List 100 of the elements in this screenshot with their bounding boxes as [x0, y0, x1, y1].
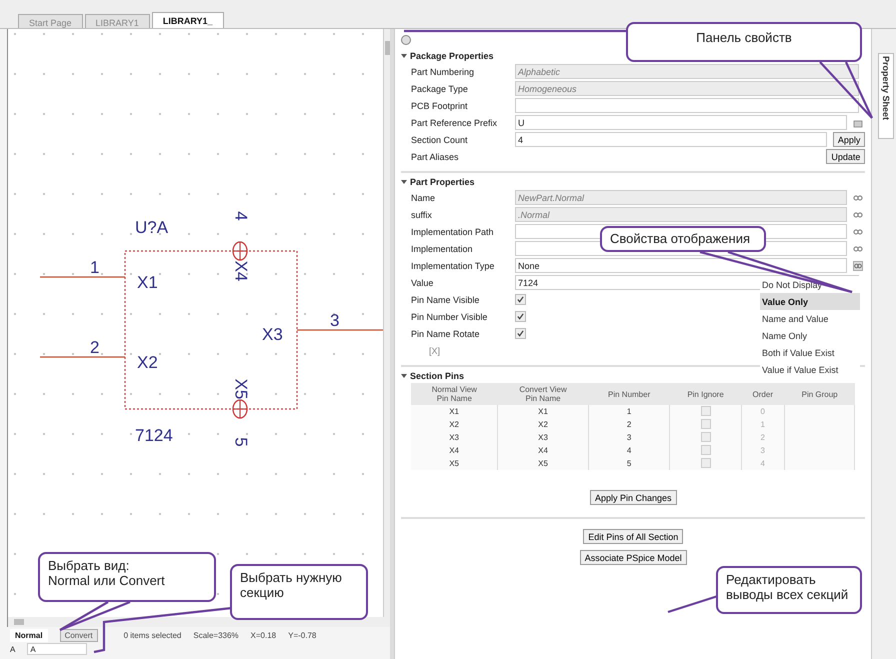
callout-note: Выбрать нужную секцию — [230, 564, 368, 620]
pin-number: 5 — [232, 437, 251, 447]
input-field[interactable]: U — [515, 115, 848, 130]
table-cell: 3 — [588, 431, 670, 444]
browse-icon[interactable] — [853, 118, 864, 128]
table-cell: X2 — [498, 418, 588, 431]
display-icon[interactable] — [853, 192, 864, 202]
table-cell: X4 — [411, 444, 498, 457]
pin-number: 4 — [232, 211, 251, 221]
table-cell: X5 — [411, 457, 498, 470]
checkbox[interactable] — [515, 328, 526, 339]
field-label: suffix — [411, 210, 433, 220]
panel-toggle-icon[interactable] — [401, 35, 411, 45]
section-title: Part Properties — [410, 177, 475, 187]
vertical-scrollbar[interactable] — [383, 29, 390, 617]
checkbox[interactable] — [700, 418, 711, 428]
menu-item[interactable]: Value Only — [760, 293, 860, 310]
table-cell: 5 — [588, 457, 670, 470]
input-field[interactable] — [515, 98, 860, 113]
callout-note: Свойства отображения — [600, 226, 766, 252]
table-cell: X2 — [411, 418, 498, 431]
document-tab[interactable]: LIBRARY1_ — [152, 12, 224, 28]
scale-readout: Scale=336% — [193, 630, 239, 640]
section-title: Section Pins — [410, 371, 464, 381]
checkbox[interactable] — [700, 406, 711, 416]
reference-designator: U?A — [135, 218, 168, 237]
action-button[interactable]: Edit Pins of All Section — [583, 529, 684, 544]
checkbox[interactable] — [700, 432, 711, 442]
table-cell: X1 — [498, 405, 588, 418]
column-header: Order — [741, 383, 784, 405]
table-cell: 4 — [588, 444, 670, 457]
circle-pin-icon — [232, 241, 248, 261]
pin-name: X4 — [232, 260, 251, 282]
pin-name: X3 — [262, 325, 283, 344]
collapse-icon[interactable] — [401, 54, 407, 58]
field-label: Pin Name Rotate — [411, 328, 481, 338]
column-header: Normal View Pin Name — [411, 383, 498, 405]
view-tab[interactable]: Convert — [60, 628, 98, 642]
pin-number: 3 — [330, 311, 340, 330]
input-field[interactable]: 4 — [515, 132, 827, 147]
table-cell: 4 — [741, 457, 784, 470]
note-text: [X] — [428, 346, 440, 356]
field-label: Implementation Path — [411, 226, 495, 236]
table-cell: 1 — [588, 405, 670, 418]
part-value: 7124 — [135, 426, 173, 445]
field-label: Part Reference Prefix — [411, 118, 498, 128]
field-label: Name — [411, 192, 436, 202]
action-button[interactable]: Apply Pin Changes — [590, 490, 676, 505]
callout-note: Панель свойств — [626, 22, 862, 62]
action-button[interactable]: Associate PSpice Model — [580, 550, 687, 565]
selection-status: 0 items selected — [124, 630, 182, 640]
field-label: Pin Number Visible — [411, 312, 488, 322]
y-coordinate: Y=-0.78 — [288, 630, 316, 640]
section-title: Package Properties — [410, 51, 494, 61]
field-label: Package Type — [411, 84, 469, 94]
pin-number: 1 — [90, 258, 100, 277]
field-label: Part Aliases — [411, 152, 460, 162]
section-label: A — [10, 644, 16, 654]
display-icon[interactable] — [853, 244, 864, 254]
property-sheet-tab[interactable]: Property Sheet — [878, 53, 894, 139]
checkbox[interactable] — [515, 311, 526, 322]
checkbox[interactable] — [700, 444, 711, 454]
table-cell: 0 — [741, 405, 784, 418]
x-coordinate: X=0.18 — [250, 630, 276, 640]
section-dropdown[interactable]: A — [27, 643, 88, 655]
collapse-icon[interactable] — [401, 374, 407, 378]
table-cell: X3 — [498, 431, 588, 444]
column-header: Pin Ignore — [670, 383, 742, 405]
view-tab[interactable]: Normal — [10, 628, 48, 642]
display-icon[interactable] — [853, 226, 864, 236]
field-label: Pin Name Visible — [411, 294, 480, 304]
table-cell: X3 — [411, 431, 498, 444]
pin-number: 2 — [90, 338, 100, 357]
action-button[interactable]: Apply — [832, 132, 866, 147]
callout-note: Редактировать выводы всех секций — [716, 566, 862, 614]
table-cell: X5 — [498, 457, 588, 470]
field-label: Implementation Type — [411, 260, 496, 270]
display-icon[interactable] — [853, 260, 864, 270]
collapse-icon[interactable] — [401, 180, 407, 184]
table-cell: X1 — [411, 405, 498, 418]
table-cell: 3 — [741, 444, 784, 457]
table-cell: X4 — [498, 444, 588, 457]
leader-line — [668, 594, 718, 614]
checkbox[interactable] — [700, 458, 711, 468]
column-header: Convert View Pin Name — [498, 383, 588, 405]
column-header: Pin Group — [784, 383, 855, 405]
table-cell: 2 — [588, 418, 670, 431]
column-header: Pin Number — [588, 383, 670, 405]
display-icon[interactable] — [853, 210, 864, 220]
checkbox[interactable] — [515, 294, 526, 305]
pin-name: X1 — [137, 273, 158, 292]
field-label: Implementation — [411, 244, 474, 254]
input-field[interactable]: None — [515, 258, 848, 273]
callout-note: Выбрать вид: Normal или Convert — [38, 552, 216, 602]
table-cell: 1 — [741, 418, 784, 431]
field-label: PCB Footprint — [411, 100, 469, 110]
action-button[interactable]: Update — [826, 149, 866, 164]
pin-name: X5 — [232, 378, 251, 400]
circle-pin-icon — [232, 399, 248, 419]
pin-name: X2 — [137, 353, 158, 372]
